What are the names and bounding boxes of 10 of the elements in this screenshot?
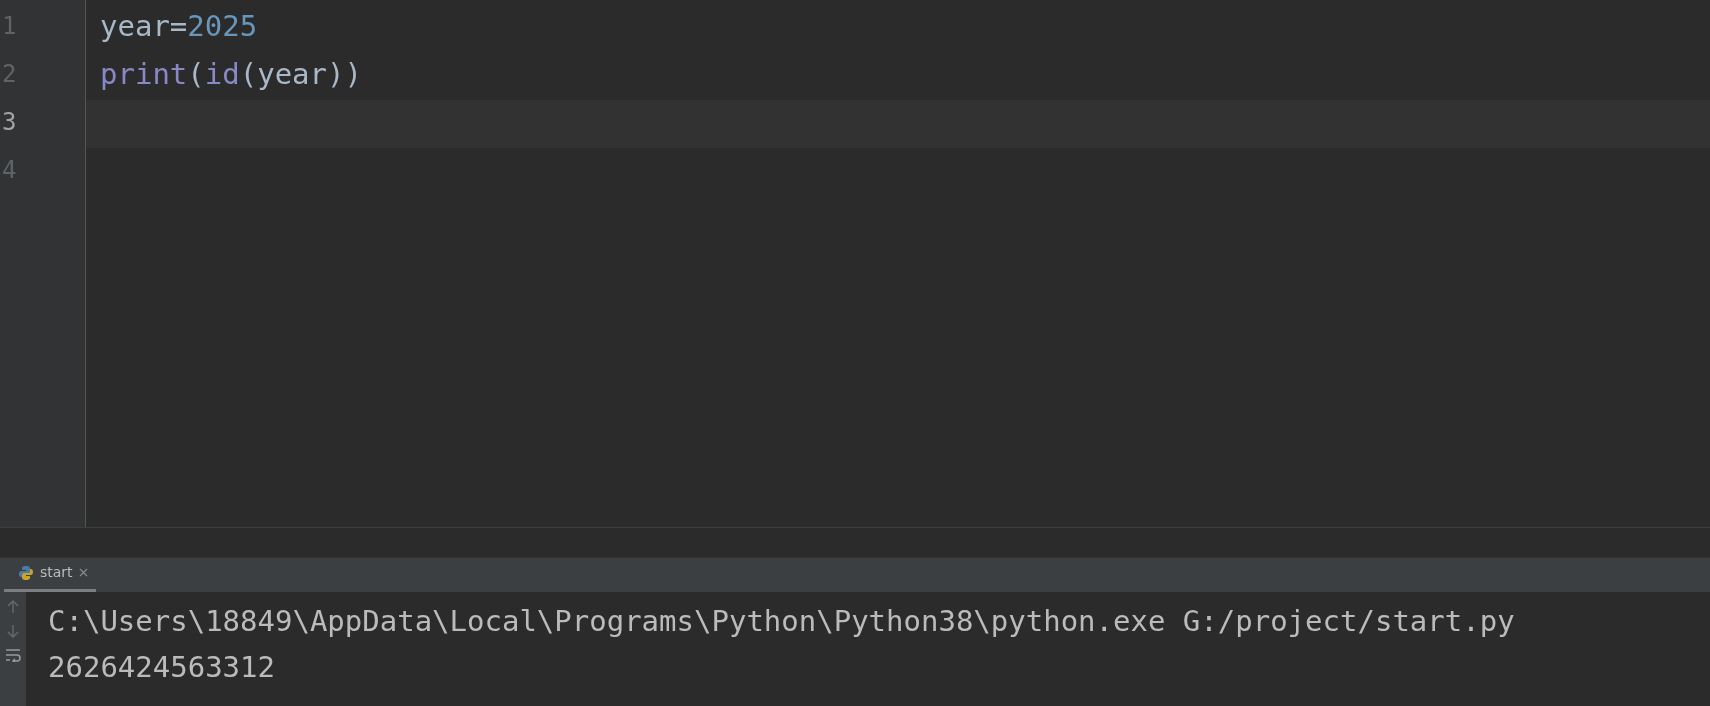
line-number: 3 bbox=[1, 107, 18, 138]
console-output-line: C:\Users\18849\AppData\Local\Programs\Python\Python38\python.exe G:/project/start.py bbox=[48, 603, 1515, 640]
close-icon[interactable] bbox=[78, 568, 88, 577]
arrow-up-icon[interactable] bbox=[7, 600, 19, 614]
python-icon bbox=[18, 564, 34, 581]
soft-wrap-icon[interactable] bbox=[5, 648, 21, 662]
arrow-down-icon[interactable] bbox=[7, 624, 19, 638]
code-line: year=2025 bbox=[100, 9, 258, 43]
console-output-line: 2626424563312 bbox=[48, 649, 276, 686]
code-line: print(id(year)) bbox=[100, 57, 362, 91]
